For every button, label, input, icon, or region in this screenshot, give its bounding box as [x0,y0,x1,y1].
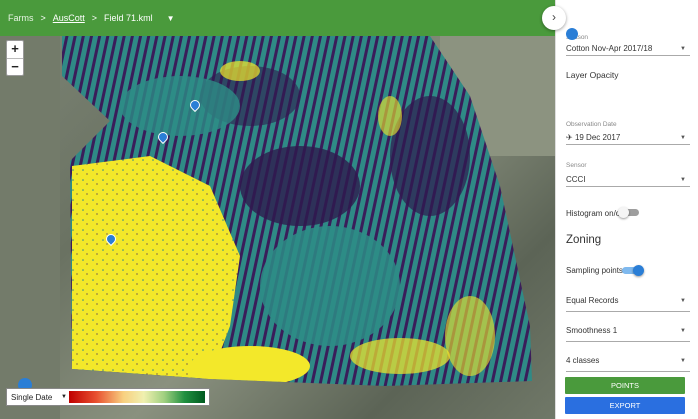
obs-date-value: 19 Dec 2017 [574,133,621,142]
points-button[interactable]: POINTS [565,377,685,394]
field-underline [566,55,690,56]
export-button[interactable]: EXPORT [565,397,685,414]
sensor-label: Sensor [566,162,587,169]
chevron-right-icon: > [91,13,98,23]
zoning-heading: Zoning [566,234,602,246]
caret-down-icon: ▼ [680,135,686,141]
caret-down-icon: ▼ [680,358,686,364]
zoom-out-button[interactable]: − [7,58,23,75]
layer-opacity-label: Layer Opacity [566,70,619,80]
breadcrumb-farms[interactable]: Farms [8,13,34,23]
field-dropdown-caret-icon[interactable]: ▼ [167,14,175,23]
season-label: Season [566,34,589,41]
map-pin-icon [566,28,578,40]
field-underline [566,371,690,372]
date-mode-value: Single Date [11,392,53,402]
collapse-panel-button[interactable]: › [542,6,566,30]
date-mode-select[interactable]: Single Date ▼ [7,393,69,402]
zoom-in-button[interactable]: + [7,41,23,58]
season-value: Cotton Nov-Apr 2017/18 [566,44,653,53]
caret-down-icon: ▼ [61,393,67,400]
field-underline [566,186,690,187]
breadcrumb-field: Field 71.kml [104,13,153,23]
smoothness-value: Smoothness 1 [566,326,618,335]
classes-select[interactable]: 4 classes ▼ [566,356,690,372]
field-ndvi-layer [0,36,555,419]
sensor-select[interactable]: Sensor CCCI ▼ [566,162,690,187]
chevron-right-icon: > [40,13,46,23]
sampling-points-toggle-handle[interactable] [633,265,644,276]
smoothness-select[interactable]: Smoothness 1 ▼ [566,326,690,342]
breadcrumb-farm[interactable]: AusCott [53,13,85,23]
field-underline [566,144,690,145]
airplane-icon: ✈ [566,133,573,142]
field-underline [566,341,690,342]
zoom-control: + − [6,40,24,76]
caret-down-icon: ▼ [680,298,686,304]
field-underline [566,311,690,312]
histogram-toggle-handle[interactable] [618,207,629,218]
caret-down-icon: ▼ [680,328,686,334]
caret-down-icon: ▼ [680,177,686,183]
method-value: Equal Records [566,296,619,305]
map-legend: Single Date ▼ [6,388,210,406]
color-scale-bar [69,391,205,403]
season-select[interactable]: Season Cotton Nov-Apr 2017/18 ▼ [566,34,690,56]
observation-date-select[interactable]: Observation Date ✈ 19 Dec 2017 ▼ [566,121,690,145]
sensor-value: CCCI [566,175,586,184]
classes-value: 4 classes [566,356,600,365]
method-select[interactable]: Equal Records ▼ [566,296,690,312]
caret-down-icon: ▼ [680,46,686,52]
map-canvas[interactable]: + − [0,36,555,419]
obs-date-label: Observation Date [566,121,617,128]
